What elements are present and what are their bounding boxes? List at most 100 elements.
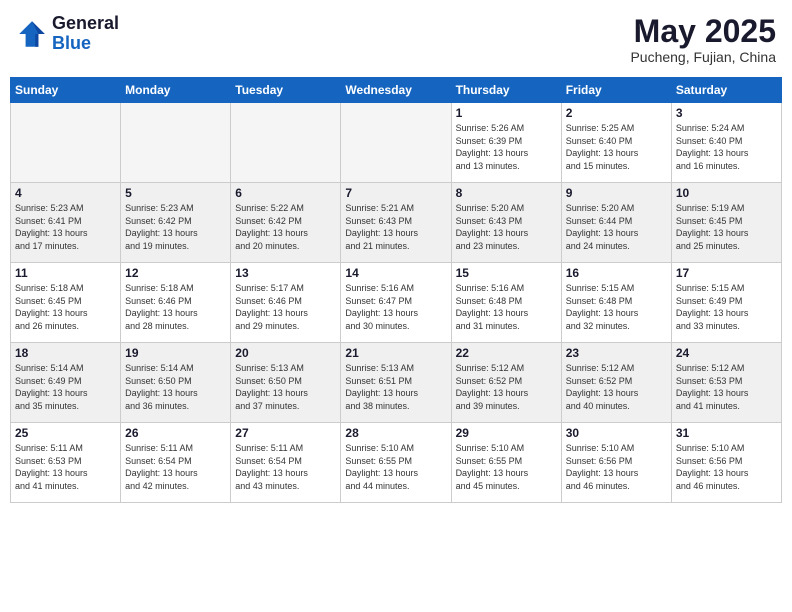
day-info: Sunrise: 5:11 AMSunset: 6:54 PMDaylight:… [235, 442, 336, 492]
calendar-table: SundayMondayTuesdayWednesdayThursdayFrid… [10, 77, 782, 503]
day-info: Sunrise: 5:21 AMSunset: 6:43 PMDaylight:… [345, 202, 446, 252]
day-info: Sunrise: 5:23 AMSunset: 6:42 PMDaylight:… [125, 202, 226, 252]
day-number: 13 [235, 266, 336, 280]
calendar-day-cell: 20Sunrise: 5:13 AMSunset: 6:50 PMDayligh… [231, 343, 341, 423]
day-info: Sunrise: 5:25 AMSunset: 6:40 PMDaylight:… [566, 122, 667, 172]
logo-blue-text: Blue [52, 34, 119, 54]
calendar-week-row: 1 Sunrise: 5:26 AMSunset: 6:39 PMDaylight… [11, 103, 782, 183]
day-number: 8 [456, 186, 557, 200]
calendar-week-row: 25Sunrise: 5:11 AMSunset: 6:53 PMDayligh… [11, 423, 782, 503]
calendar-day-cell: 12 Sunrise: 5:18 AMSunset: 6:46 PMDayligh… [121, 263, 231, 343]
day-info: Sunrise: 5:10 AMSunset: 6:56 PMDaylight:… [566, 442, 667, 492]
day-number: 31 [676, 426, 777, 440]
calendar-day-cell: 13Sunrise: 5:17 AMSunset: 6:46 PMDayligh… [231, 263, 341, 343]
day-info: Sunrise: 5:15 AMSunset: 6:49 PMDaylight:… [676, 282, 777, 332]
day-number: 10 [676, 186, 777, 200]
day-info: Sunrise: 5:14 AMSunset: 6:50 PMDaylight:… [125, 362, 226, 412]
day-number: 28 [345, 426, 446, 440]
day-number: 26 [125, 426, 226, 440]
day-info: Sunrise: 5:16 AMSunset: 6:48 PMDaylight:… [456, 282, 557, 332]
location-subtitle: Pucheng, Fujian, China [630, 49, 776, 65]
day-info: Sunrise: 5:14 AMSunset: 6:49 PMDaylight:… [15, 362, 116, 412]
day-info: Sunrise: 5:13 AMSunset: 6:50 PMDaylight:… [235, 362, 336, 412]
day-info: Sunrise: 5:18 AMSunset: 6:46 PMDaylight:… [125, 282, 226, 332]
day-number: 27 [235, 426, 336, 440]
day-info: Sunrise: 5:24 AMSunset: 6:40 PMDaylight:… [676, 122, 777, 172]
calendar-day-cell: 11Sunrise: 5:18 AMSunset: 6:45 PMDayligh… [11, 263, 121, 343]
weekday-header-wednesday: Wednesday [341, 78, 451, 103]
weekday-header-monday: Monday [121, 78, 231, 103]
day-info: Sunrise: 5:10 AMSunset: 6:55 PMDaylight:… [345, 442, 446, 492]
day-number: 15 [456, 266, 557, 280]
day-number: 1 [456, 106, 557, 120]
day-number: 22 [456, 346, 557, 360]
day-info: Sunrise: 5:13 AMSunset: 6:51 PMDaylight:… [345, 362, 446, 412]
day-info: Sunrise: 5:11 AMSunset: 6:54 PMDaylight:… [125, 442, 226, 492]
calendar-day-cell [121, 103, 231, 183]
weekday-header-sunday: Sunday [11, 78, 121, 103]
day-info: Sunrise: 5:10 AMSunset: 6:55 PMDaylight:… [456, 442, 557, 492]
calendar-day-cell: 30 Sunrise: 5:10 AMSunset: 6:56 PMDayligh… [561, 423, 671, 503]
calendar-day-cell [231, 103, 341, 183]
calendar-day-cell: 3 Sunrise: 5:24 AMSunset: 6:40 PMDaylight… [671, 103, 781, 183]
month-year-title: May 2025 [630, 14, 776, 49]
day-number: 2 [566, 106, 667, 120]
weekday-header-tuesday: Tuesday [231, 78, 341, 103]
day-number: 4 [15, 186, 116, 200]
day-info: Sunrise: 5:16 AMSunset: 6:47 PMDaylight:… [345, 282, 446, 332]
day-number: 21 [345, 346, 446, 360]
calendar-day-cell: 23Sunrise: 5:12 AMSunset: 6:52 PMDayligh… [561, 343, 671, 423]
calendar-day-cell [11, 103, 121, 183]
calendar-day-cell: 18 Sunrise: 5:14 AMSunset: 6:49 PMDayligh… [11, 343, 121, 423]
calendar-day-cell: 10Sunrise: 5:19 AMSunset: 6:45 PMDayligh… [671, 183, 781, 263]
calendar-day-cell: 7 Sunrise: 5:21 AMSunset: 6:43 PMDaylight… [341, 183, 451, 263]
day-number: 19 [125, 346, 226, 360]
calendar-week-row: 18 Sunrise: 5:14 AMSunset: 6:49 PMDayligh… [11, 343, 782, 423]
calendar-day-cell: 19 Sunrise: 5:14 AMSunset: 6:50 PMDayligh… [121, 343, 231, 423]
calendar-day-cell: 28 Sunrise: 5:10 AMSunset: 6:55 PMDayligh… [341, 423, 451, 503]
day-number: 3 [676, 106, 777, 120]
calendar-day-cell: 8 Sunrise: 5:20 AMSunset: 6:43 PMDaylight… [451, 183, 561, 263]
day-info: Sunrise: 5:12 AMSunset: 6:52 PMDaylight:… [456, 362, 557, 412]
calendar-day-cell: 2 Sunrise: 5:25 AMSunset: 6:40 PMDaylight… [561, 103, 671, 183]
day-number: 17 [676, 266, 777, 280]
weekday-header-saturday: Saturday [671, 78, 781, 103]
calendar-day-cell: 15 Sunrise: 5:16 AMSunset: 6:48 PMDayligh… [451, 263, 561, 343]
weekday-header-friday: Friday [561, 78, 671, 103]
logo: General Blue [16, 14, 119, 54]
calendar-day-cell: 4 Sunrise: 5:23 AMSunset: 6:41 PMDaylight… [11, 183, 121, 263]
calendar-day-cell: 9 Sunrise: 5:20 AMSunset: 6:44 PMDaylight… [561, 183, 671, 263]
day-info: Sunrise: 5:20 AMSunset: 6:44 PMDaylight:… [566, 202, 667, 252]
day-info: Sunrise: 5:23 AMSunset: 6:41 PMDaylight:… [15, 202, 116, 252]
day-number: 7 [345, 186, 446, 200]
calendar-day-cell: 14Sunrise: 5:16 AMSunset: 6:47 PMDayligh… [341, 263, 451, 343]
day-number: 16 [566, 266, 667, 280]
calendar-day-cell: 1 Sunrise: 5:26 AMSunset: 6:39 PMDaylight… [451, 103, 561, 183]
day-info: Sunrise: 5:12 AMSunset: 6:53 PMDaylight:… [676, 362, 777, 412]
day-number: 18 [15, 346, 116, 360]
day-number: 6 [235, 186, 336, 200]
day-info: Sunrise: 5:26 AMSunset: 6:39 PMDaylight:… [456, 122, 557, 172]
calendar-day-cell: 31 Sunrise: 5:10 AMSunset: 6:56 PMDayligh… [671, 423, 781, 503]
day-number: 5 [125, 186, 226, 200]
calendar-day-cell: 26 Sunrise: 5:11 AMSunset: 6:54 PMDayligh… [121, 423, 231, 503]
day-number: 25 [15, 426, 116, 440]
calendar-day-cell: 16 Sunrise: 5:15 AMSunset: 6:48 PMDayligh… [561, 263, 671, 343]
calendar-day-cell: 6 Sunrise: 5:22 AMSunset: 6:42 PMDaylight… [231, 183, 341, 263]
day-number: 30 [566, 426, 667, 440]
calendar-day-cell: 29Sunrise: 5:10 AMSunset: 6:55 PMDayligh… [451, 423, 561, 503]
day-number: 9 [566, 186, 667, 200]
day-number: 11 [15, 266, 116, 280]
calendar-day-cell [341, 103, 451, 183]
day-info: Sunrise: 5:10 AMSunset: 6:56 PMDaylight:… [676, 442, 777, 492]
day-info: Sunrise: 5:20 AMSunset: 6:43 PMDaylight:… [456, 202, 557, 252]
calendar-day-cell: 22 Sunrise: 5:12 AMSunset: 6:52 PMDayligh… [451, 343, 561, 423]
day-number: 12 [125, 266, 226, 280]
logo-text: General Blue [52, 14, 119, 54]
logo-general-text: General [52, 14, 119, 34]
calendar-day-cell: 5 Sunrise: 5:23 AMSunset: 6:42 PMDaylight… [121, 183, 231, 263]
calendar-day-cell: 24Sunrise: 5:12 AMSunset: 6:53 PMDayligh… [671, 343, 781, 423]
day-info: Sunrise: 5:15 AMSunset: 6:48 PMDaylight:… [566, 282, 667, 332]
day-info: Sunrise: 5:22 AMSunset: 6:42 PMDaylight:… [235, 202, 336, 252]
calendar-week-row: 4 Sunrise: 5:23 AMSunset: 6:41 PMDaylight… [11, 183, 782, 263]
